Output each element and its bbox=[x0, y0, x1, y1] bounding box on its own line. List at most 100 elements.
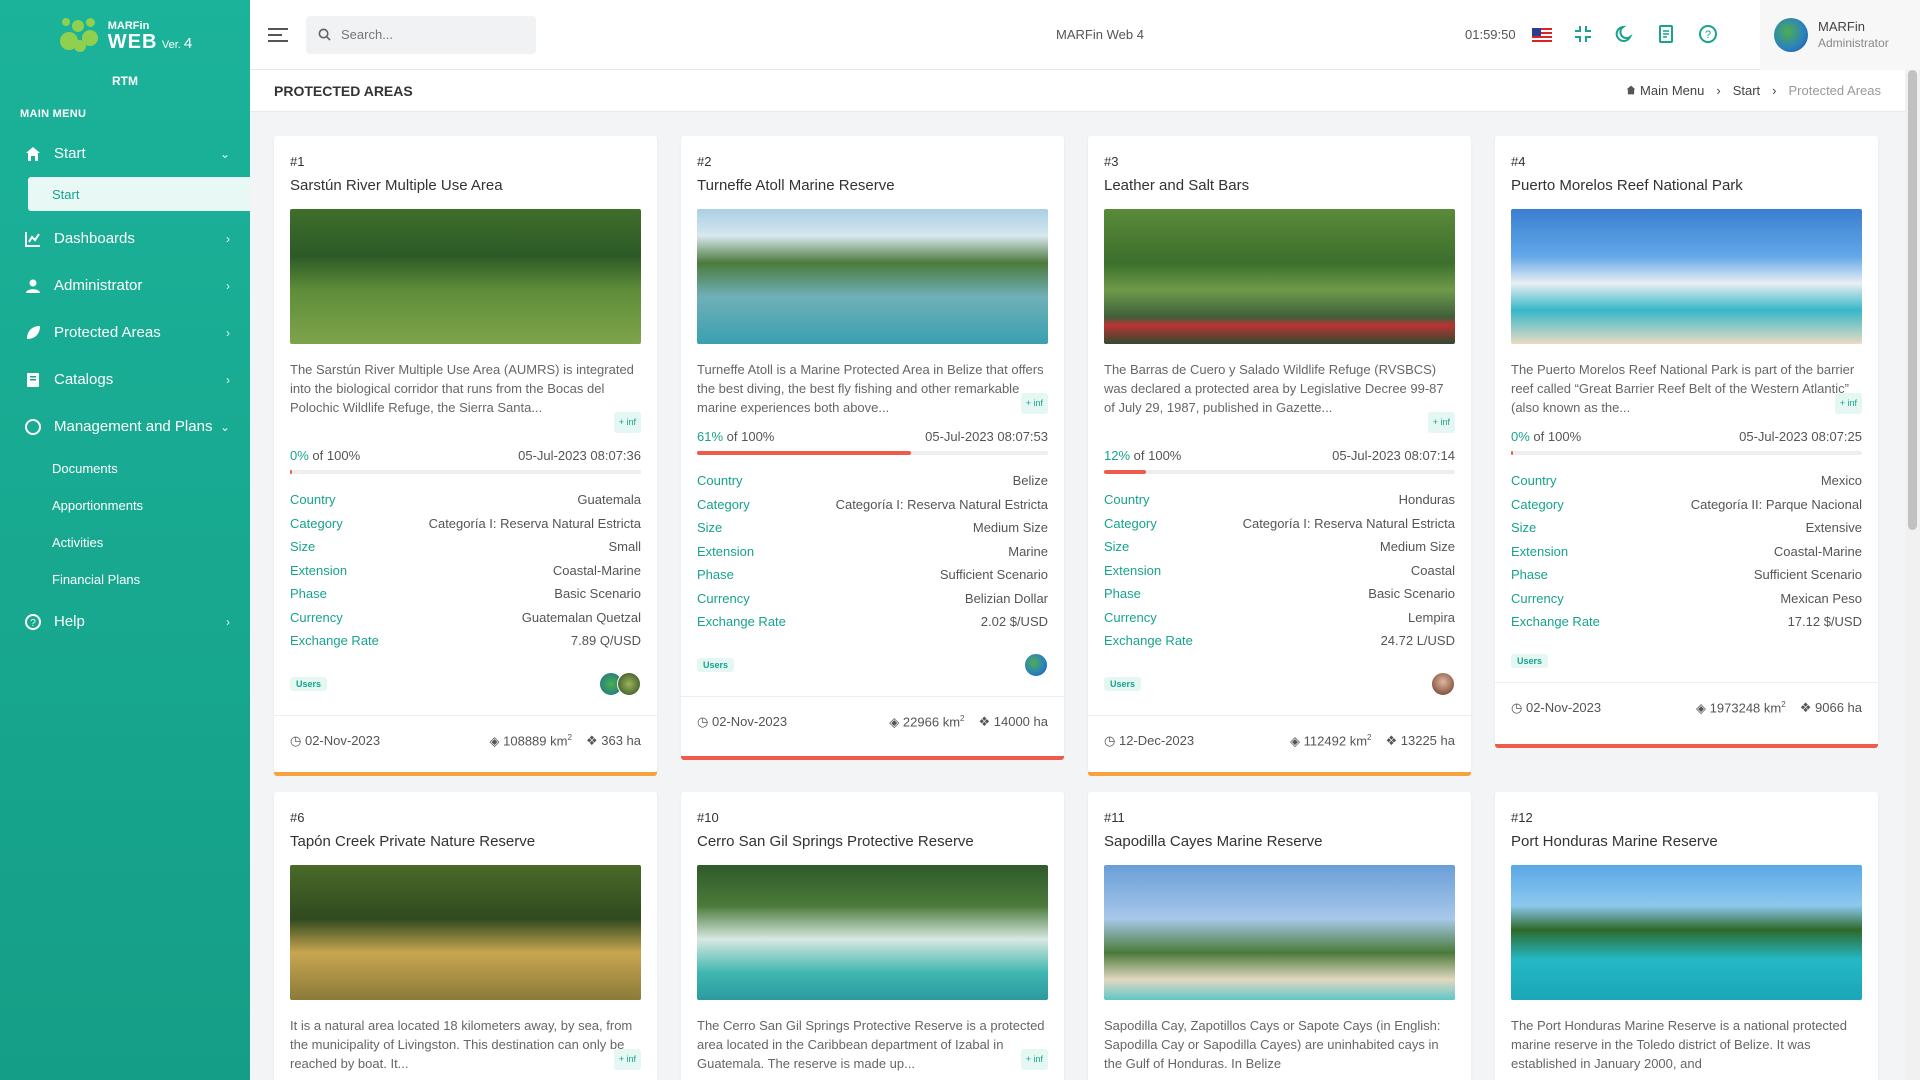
users-badge[interactable]: Users bbox=[1104, 676, 1142, 691]
more-info-badge[interactable]: + inf bbox=[1834, 393, 1862, 414]
card-description: Turneffe Atoll is a Marine Protected Are… bbox=[697, 360, 1048, 417]
chevron-down-icon: ⌄ bbox=[219, 419, 230, 434]
card-description: The Sarstún River Multiple Use Area (AUM… bbox=[290, 360, 641, 436]
area-card[interactable]: #12 Port Honduras Marine Reserve The Por… bbox=[1495, 792, 1878, 1080]
sidebar-item-administrator[interactable]: Administrator › bbox=[0, 262, 250, 309]
area-card[interactable]: #11 Sapodilla Cayes Marine Reserve Sapod… bbox=[1088, 792, 1471, 1080]
currency-label: Currency bbox=[1104, 609, 1157, 625]
document-icon[interactable] bbox=[1656, 24, 1676, 44]
size-label: Size bbox=[1104, 539, 1130, 554]
avatar[interactable] bbox=[1024, 652, 1048, 677]
help-icon: ? bbox=[24, 613, 42, 631]
card-title[interactable]: Puerto Morelos Reef National Park bbox=[1511, 177, 1862, 199]
card-title[interactable]: Turneffe Atoll Marine Reserve bbox=[697, 177, 1048, 199]
avatar bbox=[1774, 18, 1808, 52]
more-info-badge[interactable]: + inf bbox=[1427, 412, 1455, 433]
card-area-km: ◈ 112492 km2 bbox=[1290, 732, 1372, 749]
avatar[interactable] bbox=[1431, 671, 1455, 696]
card-date-text: 12-Dec-2023 bbox=[1118, 733, 1195, 748]
chevron-down-icon: ⌄ bbox=[219, 146, 230, 161]
more-info-badge[interactable]: + inf bbox=[1020, 393, 1048, 414]
search-input[interactable] bbox=[341, 27, 521, 42]
sidebar-subitem-start[interactable]: Start bbox=[28, 177, 250, 211]
chevron-right-icon: › bbox=[226, 372, 230, 387]
country-label: Country bbox=[1511, 473, 1557, 488]
card-description: The Barras de Cuero y Salado Wildlife Re… bbox=[1104, 360, 1455, 436]
area-card[interactable]: #2 Turneffe Atoll Marine Reserve Turneff… bbox=[681, 136, 1064, 760]
sidebar-item-catalogs[interactable]: Catalogs › bbox=[0, 356, 250, 403]
scrollbar-thumb[interactable] bbox=[1908, 70, 1917, 530]
sidebar-item-help[interactable]: ? Help › bbox=[0, 598, 250, 645]
area-card[interactable]: #1 Sarstún River Multiple Use Area The S… bbox=[274, 136, 657, 776]
exchange-rate-value: 24.72 L/USD bbox=[1380, 633, 1455, 648]
leaf-icon: ❖ bbox=[1799, 700, 1812, 715]
card-description-text: Turneffe Atoll is a Marine Protected Are… bbox=[697, 362, 1044, 415]
sidebar-subitem-documents[interactable]: Documents bbox=[0, 450, 250, 487]
sidebar-item-dashboards[interactable]: Dashboards › bbox=[0, 215, 250, 262]
search-box[interactable] bbox=[306, 15, 536, 54]
card-image bbox=[1511, 865, 1862, 1000]
app-logo[interactable]: MARFin WEB Ver. 4 bbox=[0, 0, 250, 72]
extension-label: Extension bbox=[697, 543, 755, 559]
users-badge[interactable]: Users bbox=[697, 657, 735, 672]
sidebar-subitem-financial-plans[interactable]: Financial Plans bbox=[0, 561, 250, 598]
km-unit: km bbox=[942, 714, 961, 730]
more-info-badge[interactable]: + inf bbox=[613, 412, 641, 433]
moon-icon[interactable] bbox=[1615, 24, 1635, 44]
phase-label: Phase bbox=[1104, 586, 1141, 601]
compress-icon[interactable] bbox=[1573, 24, 1593, 44]
card-date-text: 02-Nov-2023 bbox=[304, 733, 381, 748]
us-flag-icon[interactable] bbox=[1532, 27, 1552, 42]
card-date: ◷ 02-Nov-2023 bbox=[290, 733, 490, 749]
more-info-badge[interactable]: + inf bbox=[613, 1049, 641, 1070]
progress-fill bbox=[1104, 470, 1147, 474]
user-menu[interactable]: MARFin Administrator bbox=[1760, 0, 1920, 70]
currency-label: Currency bbox=[697, 590, 750, 606]
card-number: #6 bbox=[290, 810, 305, 825]
card-description: The Cerro San Gil Springs Protective Res… bbox=[697, 1016, 1048, 1073]
sidebar-subitem-apportionments[interactable]: Apportionments bbox=[0, 487, 250, 524]
card-title[interactable]: Sapodilla Cayes Marine Reserve bbox=[1104, 833, 1455, 855]
card-area-km: ◈ 1973248 km2 bbox=[1696, 699, 1786, 716]
area-card[interactable]: #3 Leather and Salt Bars The Barras de C… bbox=[1088, 136, 1471, 776]
users-badge[interactable]: Users bbox=[290, 676, 328, 691]
sidebar-item-start[interactable]: Start ⌄ bbox=[0, 130, 250, 177]
card-title[interactable]: Tapón Creek Private Nature Reserve bbox=[290, 833, 641, 855]
sidebar-item-label: Dashboards bbox=[54, 230, 135, 247]
sidebar-item-protected-areas[interactable]: Protected Areas › bbox=[0, 309, 250, 356]
ha-value: 14000 ha bbox=[993, 714, 1048, 729]
progress-bar bbox=[290, 470, 641, 474]
avatar[interactable] bbox=[617, 671, 641, 696]
km-unit: km bbox=[1349, 733, 1368, 749]
sidebar-subitem-activities[interactable]: Activities bbox=[0, 524, 250, 561]
progress-percent: 0% bbox=[1511, 429, 1530, 444]
users-badge[interactable]: Users bbox=[1511, 653, 1549, 668]
breadcrumb-home[interactable]: Main Menu bbox=[1626, 83, 1704, 98]
breadcrumb-current: Protected Areas bbox=[1788, 83, 1882, 98]
card-title[interactable]: Cerro San Gil Springs Protective Reserve bbox=[697, 833, 1048, 855]
km-unit: km bbox=[550, 733, 568, 749]
card-title[interactable]: Port Honduras Marine Reserve bbox=[1511, 833, 1862, 855]
area-card[interactable]: #6 Tapón Creek Private Nature Reserve It… bbox=[274, 792, 657, 1080]
help-circle-icon[interactable]: ? bbox=[1698, 24, 1718, 44]
card-description-text: The Cerro San Gil Springs Protective Res… bbox=[697, 1018, 1045, 1071]
menu-toggle-icon[interactable] bbox=[268, 24, 288, 46]
breadcrumb-item[interactable]: Start bbox=[1733, 83, 1760, 98]
card-title[interactable]: Leather and Salt Bars bbox=[1104, 177, 1455, 199]
progress-of: of 100% bbox=[726, 429, 775, 444]
sidebar-item-management-plans[interactable]: Management and Plans ⌄ bbox=[0, 403, 250, 450]
progress-bar bbox=[1104, 470, 1455, 474]
card-title[interactable]: Sarstún River Multiple Use Area bbox=[290, 177, 641, 199]
logo-version-number: 4 bbox=[183, 34, 193, 52]
logo-version-label: Ver. bbox=[161, 38, 181, 51]
card-number: #12 bbox=[1511, 810, 1533, 825]
area-card[interactable]: #10 Cerro San Gil Springs Protective Res… bbox=[681, 792, 1064, 1080]
area-card[interactable]: #4 Puerto Morelos Reef National Park The… bbox=[1495, 136, 1878, 748]
clock-icon: ◷ bbox=[1511, 700, 1523, 715]
category-value: Categoría I: Reserva Natural Estricta bbox=[1242, 515, 1455, 531]
more-info-badge[interactable]: + inf bbox=[1020, 1049, 1048, 1070]
vertical-scrollbar[interactable] bbox=[1905, 70, 1920, 1080]
size-label: Size bbox=[697, 520, 723, 535]
sidebar-item-label: Help bbox=[54, 613, 85, 630]
search-icon bbox=[318, 28, 331, 41]
